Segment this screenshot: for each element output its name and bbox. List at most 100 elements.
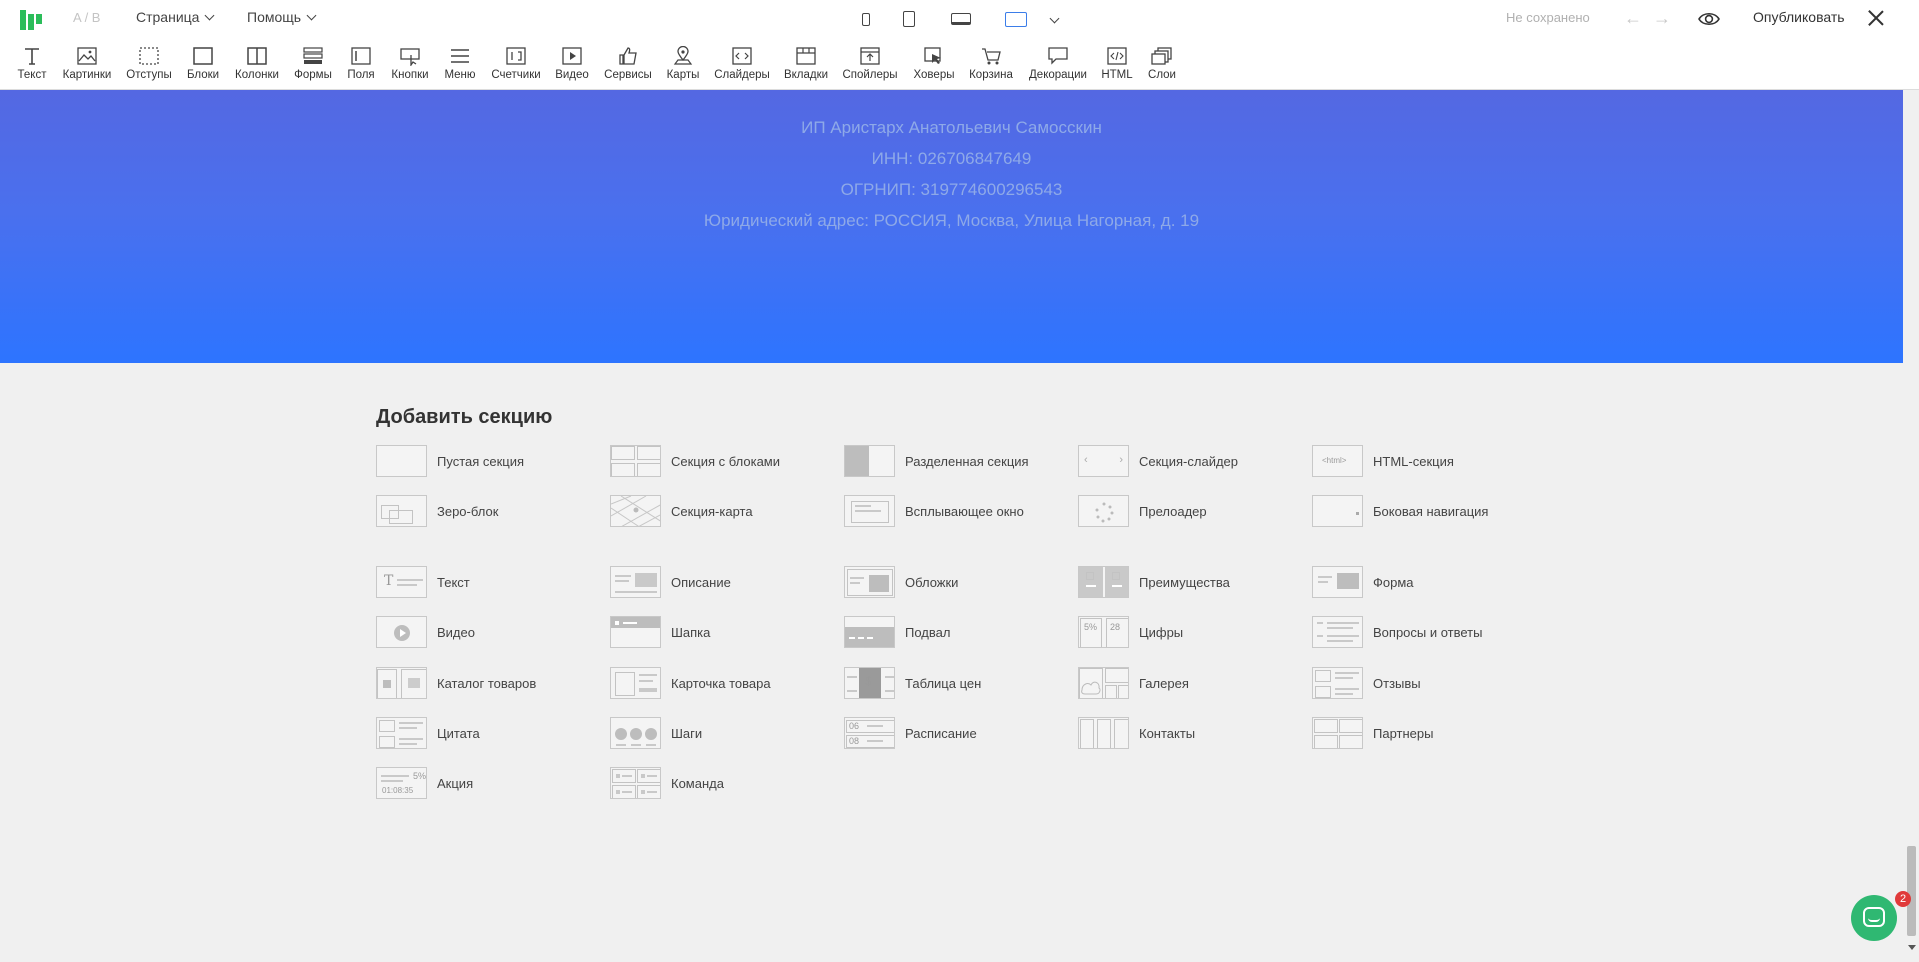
ab-test-label[interactable]: A / B: [73, 10, 100, 25]
help-menu[interactable]: Помощь: [247, 9, 317, 25]
spoiler-icon: [859, 46, 881, 66]
tool-label: Карты: [666, 69, 700, 81]
section-option-боковая-навигация[interactable]: Боковая навигация: [1312, 495, 1488, 527]
tool-tabs[interactable]: Вкладки: [776, 46, 836, 86]
section-option-прелоадер[interactable]: Прелоадер: [1078, 495, 1207, 527]
tool-spoiler[interactable]: Спойлеры: [840, 46, 900, 86]
desktop-preview-button[interactable]: [1002, 7, 1030, 31]
section-option-команда[interactable]: Команда: [610, 767, 724, 799]
page-menu[interactable]: Страница: [136, 9, 215, 25]
section-thumbnail: [376, 717, 427, 749]
spacing-icon: [138, 46, 160, 66]
logo-icon[interactable]: [20, 10, 44, 30]
tool-slider[interactable]: Слайдеры: [712, 46, 772, 86]
section-option-label: Цитата: [437, 725, 480, 741]
section-option-видео[interactable]: Видео: [376, 616, 475, 648]
section-option-партнеры[interactable]: Партнеры: [1312, 717, 1433, 749]
tool-video[interactable]: Видео: [542, 46, 602, 86]
tool-layers[interactable]: Слои: [1132, 46, 1192, 86]
section-option-карточка-товара[interactable]: Карточка товара: [610, 667, 771, 699]
section-option-контакты[interactable]: Контакты: [1078, 717, 1195, 749]
section-option-секция-слайдер[interactable]: ‹ › Секция-слайдер: [1078, 445, 1238, 477]
desktop-icon: [1005, 11, 1027, 27]
tool-columns[interactable]: Колонки: [227, 46, 287, 86]
section-option-цитата[interactable]: Цитата: [376, 717, 480, 749]
chat-button[interactable]: 2: [1851, 891, 1911, 941]
tool-image[interactable]: Картинки: [57, 46, 117, 86]
section-option-таблица-цен[interactable]: $ Таблица цен: [844, 667, 981, 699]
section-option-форма[interactable]: Форма: [1312, 566, 1414, 598]
tool-cart[interactable]: Корзина: [961, 46, 1021, 86]
device-dropdown[interactable]: [1047, 7, 1061, 31]
ogrnip-text: ОГРНИП: 319774600296543: [840, 180, 1063, 199]
tool-hover[interactable]: Ховеры: [904, 46, 964, 86]
tool-text[interactable]: Текст: [2, 46, 62, 86]
section-option-отзывы[interactable]: Отзывы: [1312, 667, 1421, 699]
legal-address-text: Юридический адрес: РОССИЯ, Москва, Улица…: [703, 211, 1200, 230]
close-icon[interactable]: [1866, 8, 1886, 28]
section-thumbnail: [376, 667, 427, 699]
section-option-label: Разделенная секция: [905, 453, 1029, 469]
tool-counter[interactable]: Счетчики: [486, 46, 546, 86]
add-section-title: Добавить секцию: [376, 406, 553, 428]
section-option-label: Зеро-блок: [437, 503, 499, 519]
undo-icon[interactable]: ←: [1624, 9, 1642, 27]
tool-label: Слайдеры: [714, 69, 770, 81]
section-option-label: Партнеры: [1373, 725, 1434, 741]
page-menu-label: Страница: [136, 9, 200, 25]
section-option-label: Вопросы и ответы: [1373, 624, 1483, 640]
tool-menu[interactable]: Меню: [430, 46, 490, 86]
tool-block[interactable]: Блоки: [173, 46, 233, 86]
layers-icon: [1151, 46, 1173, 66]
section-option-html-секция[interactable]: <html> HTML-секция: [1312, 445, 1454, 477]
section-option-преимущества[interactable]: Преимущества: [1078, 566, 1230, 598]
section-thumbnail: [1312, 616, 1363, 648]
section-option-вопросы-и-ответы[interactable]: Вопросы и ответы: [1312, 616, 1482, 648]
section-option-секция-карта[interactable]: Секция-карта: [610, 495, 753, 527]
section-option-шапка[interactable]: Шапка: [610, 616, 710, 648]
preview-eye-icon[interactable]: [1697, 8, 1721, 30]
laptop-preview-button[interactable]: [948, 7, 974, 31]
footer-section-preview[interactable]: ИП Аристарх Анатольевич Самосскин ИНН: 0…: [0, 90, 1903, 363]
section-option-подвал[interactable]: Подвал: [844, 616, 950, 648]
section-thumbnail: [1312, 495, 1363, 527]
tool-map-pin[interactable]: Карты: [653, 45, 713, 86]
redo-icon[interactable]: →: [1653, 9, 1671, 27]
menu-icon: [449, 46, 471, 66]
publish-button[interactable]: Опубликовать: [1753, 9, 1845, 25]
section-option-label: Карточка товара: [671, 675, 771, 691]
tablet-preview-button[interactable]: [900, 7, 918, 31]
section-option-галерея[interactable]: Галерея: [1078, 667, 1189, 699]
section-option-цифры[interactable]: 5% 28 Цифры: [1078, 616, 1183, 648]
scrollbar[interactable]: [1903, 90, 1919, 962]
section-option-label: Таблица цен: [905, 675, 982, 691]
section-option-описание[interactable]: Описание: [610, 566, 731, 598]
section-option-зеро-блок[interactable]: Зеро-блок: [376, 495, 498, 527]
section-option-всплывающее-окно[interactable]: Всплывающее окно: [844, 495, 1024, 527]
scrollbar-thumb[interactable]: [1907, 846, 1916, 936]
section-option-секция-с-блоками[interactable]: Секция с блоками: [610, 445, 780, 477]
section-option-расписание[interactable]: 06 08 Расписание: [844, 717, 977, 749]
tool-thumb-up[interactable]: Сервисы: [598, 46, 658, 86]
section-option-каталог-товаров[interactable]: Каталог товаров: [376, 667, 536, 699]
section-option-обложки[interactable]: Обложки: [844, 566, 958, 598]
scroll-down-icon[interactable]: [1908, 945, 1916, 950]
section-option-label: Обложки: [905, 574, 959, 590]
tool-label: Спойлеры: [842, 69, 898, 81]
thumb-text: $: [865, 674, 872, 688]
speech-bubble-icon: [1047, 46, 1069, 66]
notification-badge: 2: [1895, 891, 1911, 907]
section-option-label: Шаги: [671, 725, 703, 741]
section-option-акция[interactable]: 5% 01:08:35 Акция: [376, 767, 473, 799]
section-thumbnail: [610, 566, 661, 598]
section-option-текст[interactable]: T Текст: [376, 566, 470, 598]
section-thumbnail: [610, 495, 661, 527]
section-option-разделенная-секция[interactable]: Разделенная секция: [844, 445, 1029, 477]
tool-speech-bubble[interactable]: Декорации: [1028, 46, 1088, 86]
section-option-пустая-секция[interactable]: Пустая секция: [376, 445, 524, 477]
phone-preview-button[interactable]: [860, 7, 872, 31]
section-option-label: Секция-карта: [671, 503, 753, 519]
section-option-шаги[interactable]: Шаги: [610, 717, 702, 749]
tool-spacing[interactable]: Отступы: [119, 46, 179, 86]
tool-label: Счетчики: [491, 69, 541, 81]
